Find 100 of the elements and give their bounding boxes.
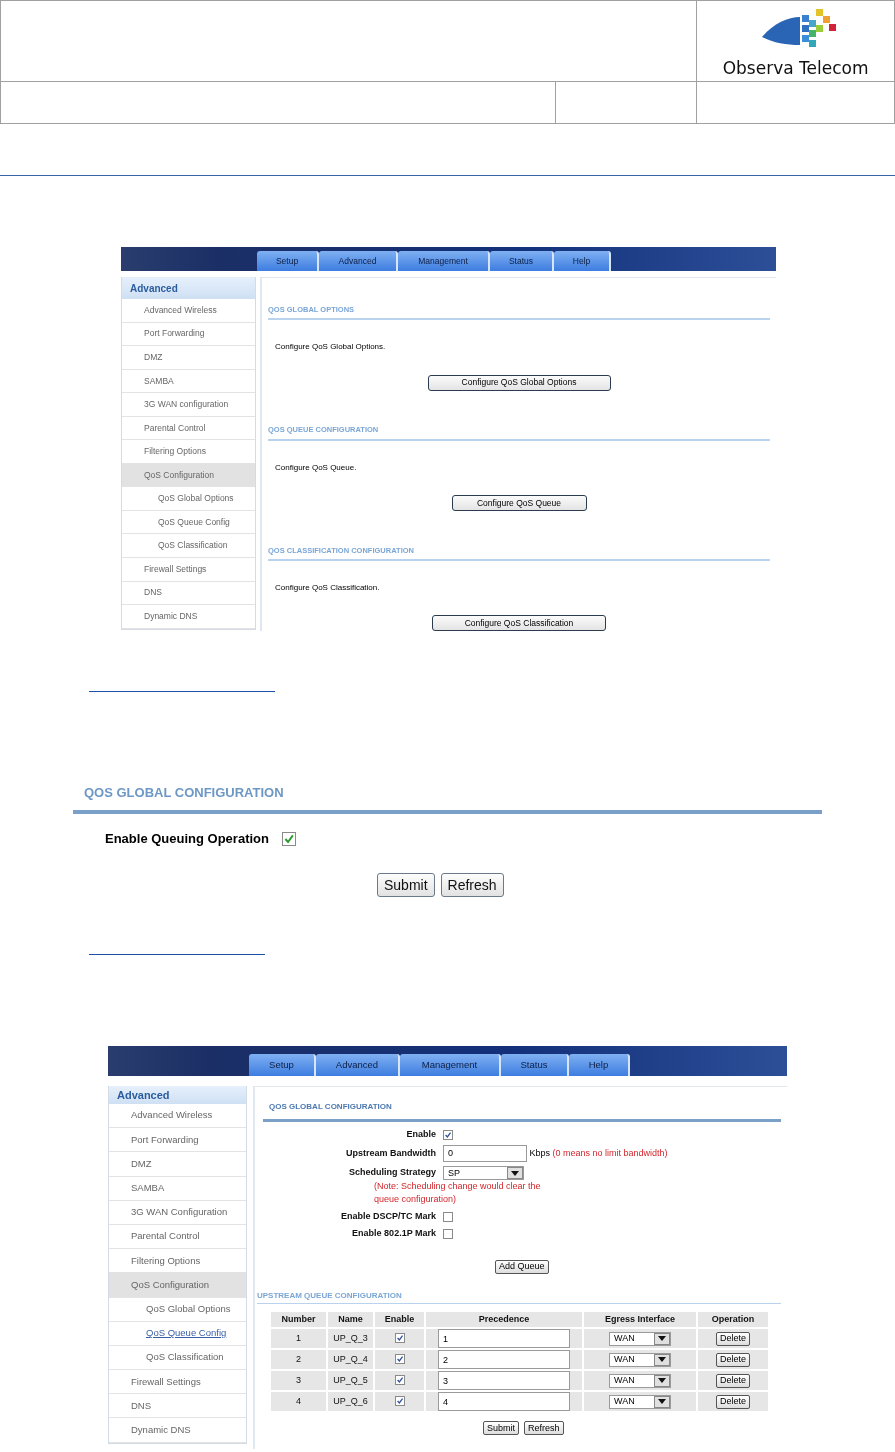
nav-tab[interactable]: Setup — [249, 1054, 316, 1076]
select-field[interactable]: SP — [443, 1166, 524, 1180]
column-header: Name — [328, 1312, 373, 1327]
sidebar-item[interactable]: DMZ — [109, 1152, 246, 1177]
field-label: Upstream Bandwidth — [345, 1146, 436, 1160]
sidebar-item[interactable]: QoS Classification — [109, 1345, 246, 1371]
sidebar-item[interactable]: QoS Queue Config — [109, 1321, 246, 1346]
column-header: Precedence — [426, 1312, 582, 1327]
sidebar-item[interactable]: DMZ — [122, 346, 255, 370]
column-header: Number — [271, 1312, 326, 1327]
sidebar-item[interactable]: 3G WAN configuration — [122, 393, 255, 417]
sidebar-item[interactable]: Firewall Settings — [109, 1370, 246, 1395]
sidebar-item[interactable]: Parental Control — [109, 1224, 246, 1250]
precedence-field[interactable]: 4 — [438, 1392, 570, 1411]
dropdown-arrow-icon — [658, 1378, 666, 1383]
delete-button[interactable]: Delete — [716, 1373, 750, 1388]
table-cell: UP_Q_5 — [328, 1371, 373, 1390]
nav-tab[interactable]: Setup — [257, 251, 319, 271]
select-field[interactable]: WAN — [609, 1394, 671, 1409]
field-label: Enable DSCP/TC Mark — [339, 1210, 436, 1223]
sidebar-item[interactable]: QoS Queue Config — [122, 510, 255, 535]
nav-tab[interactable]: Status — [501, 1054, 569, 1076]
sidebar-item[interactable]: Firewall Settings — [122, 558, 255, 582]
description-text: Configure QoS Global Options. — [275, 341, 387, 354]
sidebar-item[interactable]: Port Forwarding — [122, 322, 255, 347]
sidebar-item[interactable]: QoS Classification — [122, 534, 255, 558]
logo-text: Observa Telecom — [722, 58, 869, 78]
sidebar-item[interactable]: Parental Control — [122, 416, 255, 441]
sidebar-item[interactable]: Advanced Wireless — [109, 1104, 246, 1129]
dropdown-arrow-icon — [658, 1357, 666, 1362]
description-text: Configure QoS Queue. — [275, 461, 358, 474]
precedence-field[interactable]: 1 — [438, 1329, 570, 1348]
sidebar-item[interactable]: Advanced Wireless — [122, 299, 255, 323]
select-field[interactable]: WAN — [609, 1352, 671, 1367]
table-cell: 3 — [271, 1371, 326, 1390]
dropdown-arrow-icon — [658, 1336, 666, 1341]
description-text: Configure QoS Classification. — [275, 581, 381, 594]
form-button[interactable]: Submit — [483, 1421, 519, 1435]
checkbox[interactable] — [394, 1354, 405, 1365]
select-field[interactable]: WAN — [609, 1373, 671, 1388]
form-button[interactable]: Submit — [377, 873, 435, 897]
section-title: QOS GLOBAL CONFIGURATION — [263, 1101, 781, 1122]
hint-text: (0 means no limit bandwidth) — [551, 1147, 668, 1158]
nav-tab[interactable]: Advanced — [319, 251, 398, 271]
sidebar-item[interactable]: QoS Global Options — [122, 487, 255, 511]
sidebar-item[interactable]: Port Forwarding — [109, 1128, 246, 1153]
table-cell: 1 — [271, 1329, 326, 1348]
sidebar-item[interactable]: QoS Configuration — [109, 1273, 246, 1298]
form-button[interactable]: Refresh — [440, 873, 504, 897]
section-title: UPSTREAM QUEUE CONFIGURATION — [257, 1290, 781, 1304]
delete-button[interactable]: Delete — [716, 1394, 750, 1409]
column-header: Operation — [698, 1312, 768, 1327]
precedence-field[interactable]: 3 — [438, 1371, 570, 1390]
sidebar-item[interactable]: Dynamic DNS — [122, 605, 255, 629]
checkbox[interactable] — [394, 1396, 405, 1407]
sidebar-item[interactable]: QoS Global Options — [109, 1297, 246, 1322]
column-header: Enable — [375, 1312, 424, 1327]
nav-tab[interactable]: Management — [398, 251, 490, 271]
delete-button[interactable]: Delete — [716, 1352, 750, 1367]
nav-tab[interactable]: Status — [490, 251, 554, 271]
field-label: Scheduling Strategy — [347, 1166, 436, 1180]
text-field[interactable]: 0 — [443, 1145, 527, 1162]
configure-button[interactable]: Configure QoS Classification — [432, 615, 606, 631]
sidebar-item[interactable]: SAMBA — [122, 369, 255, 394]
sidebar-heading: Advanced — [109, 1086, 246, 1104]
section-title: QOS GLOBAL CONFIGURATION — [84, 785, 285, 800]
add-queue-button[interactable]: Add Queue — [495, 1259, 549, 1274]
nav-tab[interactable]: Help — [554, 251, 611, 271]
checkbox[interactable] — [443, 1129, 453, 1140]
select-field[interactable]: WAN — [609, 1331, 671, 1346]
hint-text: (Note: Scheduling change would clear the queue configuration) — [374, 1180, 542, 1206]
unit-label: Kbps — [529, 1147, 551, 1158]
configure-button[interactable]: Configure QoS Queue — [451, 494, 587, 511]
table-cell: UP_Q_3 — [328, 1329, 373, 1348]
sidebar-item[interactable]: QoS Configuration — [122, 463, 255, 488]
configure-button[interactable]: Configure QoS Global Options — [427, 374, 611, 391]
checkbox[interactable] — [281, 832, 296, 846]
table-cell: 2 — [271, 1350, 326, 1369]
nav-tab[interactable]: Advanced — [316, 1054, 400, 1076]
precedence-field[interactable]: 2 — [438, 1350, 570, 1369]
sidebar-item[interactable]: Dynamic DNS — [109, 1418, 246, 1443]
sidebar-item[interactable]: DNS — [109, 1394, 246, 1419]
sidebar-item[interactable]: SAMBA — [109, 1176, 246, 1201]
nav-tab[interactable]: Help — [569, 1054, 630, 1076]
checkbox[interactable] — [443, 1211, 453, 1222]
sidebar-item[interactable]: DNS — [122, 581, 255, 606]
delete-button[interactable]: Delete — [716, 1331, 750, 1346]
table-cell: UP_Q_4 — [328, 1350, 373, 1369]
field-label: Enable 802.1P Mark — [351, 1227, 436, 1240]
nav-tab[interactable]: Management — [400, 1054, 501, 1076]
checkbox[interactable] — [394, 1375, 405, 1386]
field-label: Enable — [405, 1128, 436, 1141]
column-header: Egress Interface — [584, 1312, 696, 1327]
sidebar-item[interactable]: 3G WAN Configuration — [109, 1200, 246, 1225]
form-button[interactable]: Refresh — [524, 1421, 564, 1435]
checkbox[interactable] — [394, 1333, 405, 1344]
checkbox[interactable] — [443, 1228, 453, 1239]
sidebar-item[interactable]: Filtering Options — [122, 440, 255, 464]
table-cell: 4 — [271, 1392, 326, 1411]
dropdown-arrow-icon — [511, 1170, 519, 1176]
